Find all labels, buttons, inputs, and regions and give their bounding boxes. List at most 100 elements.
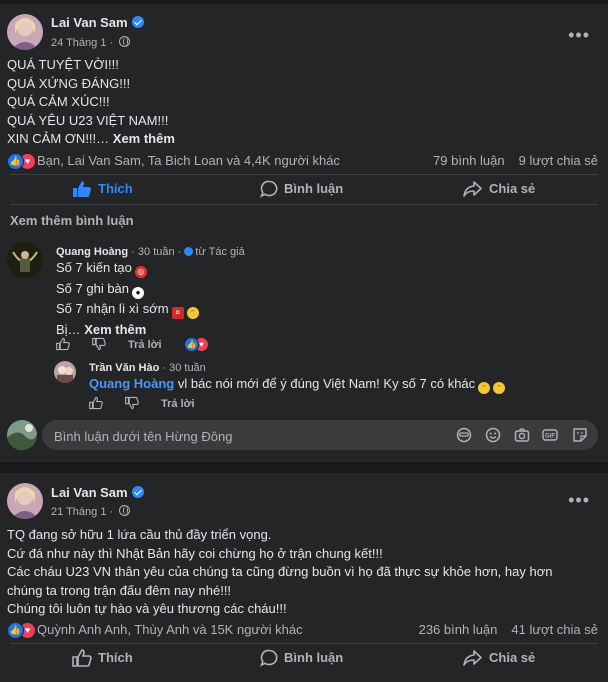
- post-meta: 24 Tháng 1 ·: [51, 36, 131, 49]
- comment-count[interactable]: 236 bình luận: [419, 622, 498, 637]
- sticker-icon[interactable]: [572, 427, 588, 443]
- globe-icon: [119, 36, 131, 47]
- comment-reaction-icons[interactable]: 👍 ♥: [184, 337, 212, 352]
- reaction-icons[interactable]: 👍 ♥: [7, 153, 41, 170]
- more-options-icon[interactable]: •••: [568, 491, 590, 509]
- comment-body: Số 7 kiến tạo ◎ Số 7 ghi bàn ● Số 7 nhận l…: [56, 258, 199, 340]
- post-author[interactable]: Lai Van Sam: [51, 485, 144, 500]
- reaction-names[interactable]: Bạn, Lai Van Sam, Ta Bich Loan và 4,4K n…: [37, 153, 340, 168]
- post-line: XIN CẢM ƠN!!!…: [7, 131, 110, 146]
- like-button[interactable]: Thích: [72, 643, 172, 673]
- red-envelope-emoji-icon: ¤: [171, 307, 184, 319]
- reply-header: Trần Văn Hào · 30 tuần: [89, 362, 206, 374]
- post-line: chúng ta trong trận đấu đêm nay nhé!!!: [7, 582, 232, 598]
- author-badge: từ Tác giả: [195, 246, 245, 258]
- reply-time[interactable]: 30 tuần: [169, 362, 206, 374]
- share-button[interactable]: Chia sẻ: [463, 643, 553, 673]
- post-line: QUÁ YÊU U23 VIỆT NAM!!!: [7, 112, 169, 128]
- like-reaction-icon: 👍: [184, 337, 199, 352]
- like-button[interactable]: Thích: [70, 174, 170, 204]
- svg-text:GIF: GIF: [545, 434, 555, 440]
- post-line: QUÁ XỨNG ĐÁNG!!!: [7, 75, 131, 91]
- comment-label: Bình luận: [284, 181, 344, 196]
- comment-icon: [260, 180, 278, 198]
- replier-avatar[interactable]: [54, 361, 76, 383]
- see-more-link[interactable]: Xem thêm: [113, 131, 175, 146]
- like-label: Thích: [98, 650, 133, 665]
- commenter-avatar[interactable]: [7, 242, 43, 278]
- author-avatar[interactable]: [7, 483, 43, 519]
- like-reaction-icon: 👍: [7, 622, 24, 639]
- comment-time[interactable]: 30 tuần: [138, 246, 175, 258]
- comment-button[interactable]: Bình luận: [258, 643, 368, 673]
- reply-text: vl bác nói mới để ý đúng Việt Nam! Ky số…: [177, 376, 476, 391]
- comment-composer: GIF: [42, 420, 598, 452]
- thumbs-up-icon[interactable]: [89, 396, 103, 410]
- more-options-icon[interactable]: •••: [568, 26, 590, 44]
- target-emoji-icon: ◎: [134, 266, 147, 278]
- reaction-icons[interactable]: 👍 ♥: [7, 622, 41, 639]
- view-more-comments-link[interactable]: Xem thêm bình luận: [10, 213, 134, 228]
- post-line: Cứ đá như này thì Nhật Bản hãy coi chừng…: [7, 545, 383, 561]
- globe-icon: [119, 505, 131, 516]
- reply-actions: Trả lời: [89, 396, 249, 412]
- avatar-sticker-icon[interactable]: [456, 427, 472, 443]
- post-card: Lai Van Sam 24 Tháng 1 · ••• QUÁ TUYỆT V…: [0, 4, 608, 462]
- post-card: Lai Van Sam 21 Tháng 1 · ••• TQ đang sở …: [0, 473, 608, 682]
- author-name[interactable]: Lai Van Sam: [51, 15, 128, 30]
- share-icon: [463, 650, 482, 666]
- thumbs-up-icon[interactable]: [56, 337, 70, 351]
- post-meta: 21 Tháng 1 ·: [51, 505, 131, 518]
- share-count[interactable]: 9 lượt chia sẻ: [519, 153, 598, 168]
- verified-icon: [131, 486, 144, 498]
- reply-button[interactable]: Trả lời: [161, 398, 195, 410]
- post-date[interactable]: 21 Tháng 1: [51, 506, 106, 518]
- comment-see-more-link[interactable]: Xem thêm: [84, 322, 146, 337]
- tears-of-joy-emoji-icon: ᵔ: [493, 382, 506, 394]
- verified-icon: [131, 16, 144, 28]
- share-icon: [463, 181, 482, 197]
- reaction-names[interactable]: Quỳnh Anh Anh, Thùy Anh và 15K người khá…: [37, 622, 303, 637]
- mention-link[interactable]: Quang Hoàng: [89, 376, 174, 391]
- post-date[interactable]: 24 Tháng 1: [51, 37, 106, 49]
- post-body: TQ đang sở hữu 1 lứa cầu thủ đầy triển v…: [7, 526, 552, 619]
- comment-actions: Trả lời 👍 ♥: [56, 337, 256, 353]
- reply-button[interactable]: Trả lời: [128, 339, 162, 351]
- post-body: QUÁ TUYỆT VỜI!!! QUÁ XỨNG ĐÁNG!!! QUÁ CẢ…: [7, 56, 175, 149]
- reactions-summary: 👍 ♥ Quỳnh Anh Anh, Thùy Anh và 15K người…: [7, 621, 598, 639]
- emoji-icon[interactable]: [485, 427, 501, 443]
- comment-input[interactable]: [52, 420, 436, 452]
- comment-header: Quang Hoàng · 30 tuần · từ Tác giả: [56, 246, 245, 258]
- reply-author[interactable]: Trần Văn Hào: [89, 362, 159, 374]
- share-label: Chia sẻ: [489, 181, 536, 196]
- author-name[interactable]: Lai Van Sam: [51, 485, 128, 500]
- comment-count[interactable]: 79 bình luận: [433, 153, 505, 168]
- gif-icon[interactable]: GIF: [542, 427, 558, 443]
- reactions-summary: 👍 ♥ Bạn, Lai Van Sam, Ta Bich Loan và 4,…: [7, 152, 598, 170]
- like-label: Thích: [98, 181, 133, 196]
- comment-icon: [260, 649, 278, 667]
- share-count[interactable]: 41 lượt chia sẻ: [511, 622, 598, 637]
- comment-label: Bình luận: [284, 650, 344, 665]
- divider: [10, 204, 598, 205]
- share-button[interactable]: Chia sẻ: [463, 174, 553, 204]
- comment-line: Số 7 nhận lì xì sớm: [56, 301, 169, 316]
- soccer-ball-emoji-icon: ●: [132, 286, 145, 299]
- thumbs-down-icon[interactable]: [92, 337, 106, 351]
- post-author[interactable]: Lai Van Sam: [51, 15, 144, 30]
- post-line: Chúng tôi luôn tự hào và yêu thương các …: [7, 601, 287, 616]
- tears-of-joy-emoji-icon: ᵔ: [478, 382, 491, 394]
- author-avatar[interactable]: [7, 14, 43, 50]
- post-actions: Thích Bình luận Chia sẻ: [0, 174, 608, 204]
- thumbs-down-icon[interactable]: [125, 396, 139, 410]
- like-reaction-icon: 👍: [7, 153, 24, 170]
- like-icon: [73, 181, 91, 197]
- share-label: Chia sẻ: [489, 650, 536, 665]
- like-icon: [72, 649, 92, 667]
- comment-line: Bị…: [56, 321, 81, 337]
- post-line: QUÁ CẢM XÚC!!!: [7, 94, 110, 109]
- comment-button[interactable]: Bình luận: [258, 174, 368, 204]
- comment-author[interactable]: Quang Hoàng: [56, 246, 128, 258]
- camera-icon[interactable]: [514, 427, 530, 443]
- current-user-avatar[interactable]: [7, 420, 37, 450]
